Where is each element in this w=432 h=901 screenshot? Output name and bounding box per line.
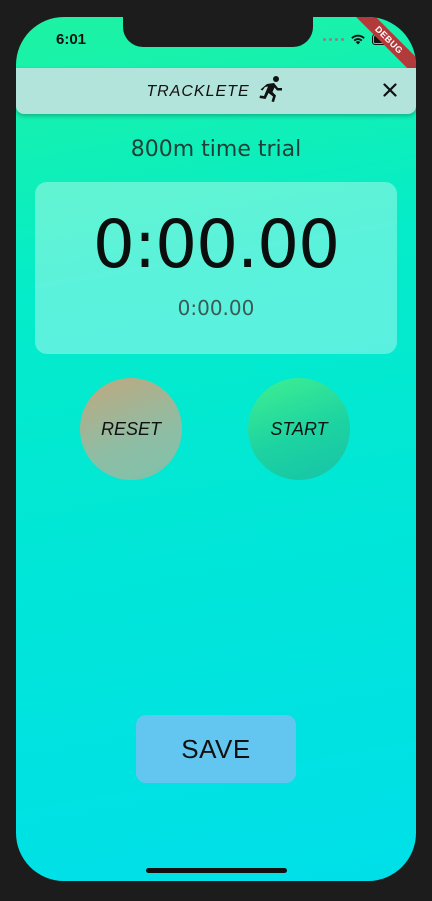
app-bar: TRACKLETE: [16, 68, 416, 114]
signal-icon: [323, 37, 344, 41]
event-title: 800m time trial: [130, 137, 302, 162]
main-timer-display: 0:00.00: [92, 206, 340, 283]
secondary-timer-display: 0:00.00: [177, 296, 255, 320]
phone-frame: 6:01 DEBUG TRACKLETE 800m time trial 0:0…: [0, 0, 432, 901]
close-icon: [383, 83, 397, 97]
app-screen: 6:01 DEBUG TRACKLETE 800m time trial 0:0…: [16, 17, 416, 881]
start-button[interactable]: START: [248, 378, 350, 480]
home-indicator: [146, 868, 287, 873]
wifi-icon: [351, 34, 365, 45]
notch: [123, 17, 313, 47]
save-button[interactable]: SAVE: [136, 715, 296, 783]
status-bar: 6:01 DEBUG: [16, 17, 416, 84]
status-time: 6:01: [56, 31, 87, 48]
runner-icon: [259, 76, 282, 102]
reset-button[interactable]: RESET: [80, 378, 182, 480]
timer-card: 0:00.00 0:00.00: [35, 182, 397, 354]
close-button[interactable]: [378, 78, 402, 102]
app-title-text: TRACKLETE: [146, 83, 250, 100]
app-title: TRACKLETE: [16, 76, 416, 104]
